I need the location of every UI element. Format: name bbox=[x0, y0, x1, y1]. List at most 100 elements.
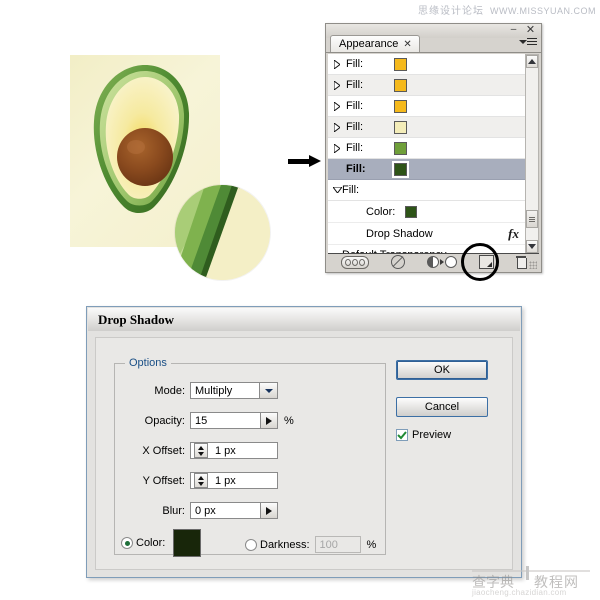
dialog-body: Options Mode: Multiply Opacity: 15 % X O… bbox=[88, 331, 520, 576]
y-offset-spinner[interactable] bbox=[194, 473, 208, 488]
opacity-input[interactable]: 15 bbox=[190, 412, 278, 429]
mode-dropdown-button[interactable] bbox=[259, 383, 277, 398]
drop-shadow-dialog[interactable]: Drop Shadow Options Mode: Multiply Opaci… bbox=[86, 306, 522, 578]
reduce-to-basic-appearance-icon[interactable] bbox=[427, 256, 457, 268]
x-offset-field-row: X Offset: 1 px bbox=[123, 442, 278, 459]
appearance-subrow-color[interactable]: Color: bbox=[328, 201, 525, 223]
panel-menu-icon[interactable] bbox=[519, 36, 537, 50]
chevron-down-icon bbox=[264, 388, 273, 393]
clear-appearance-icon[interactable] bbox=[391, 255, 405, 269]
color-radio[interactable] bbox=[121, 537, 133, 549]
panel-resize-grip[interactable] bbox=[529, 261, 537, 269]
panel-tab-underline bbox=[326, 52, 541, 53]
fill-swatch[interactable] bbox=[394, 99, 407, 113]
disclosure-triangle-icon[interactable] bbox=[328, 59, 346, 69]
scrollbar-thumb[interactable] bbox=[526, 210, 538, 228]
y-offset-label: Y Offset: bbox=[142, 474, 185, 487]
appearance-row-label: Fill: bbox=[346, 163, 366, 175]
blur-input[interactable]: 0 px bbox=[190, 502, 278, 519]
dialog-title: Drop Shadow bbox=[98, 311, 174, 327]
darkness-radio[interactable] bbox=[245, 538, 257, 551]
appearance-row-expanded[interactable]: Fill: bbox=[328, 180, 525, 201]
y-offset-value: 1 px bbox=[215, 474, 236, 487]
appearance-panel[interactable]: – ✕ Appearance ✕ Fill: Fill: Fill: Fill:… bbox=[325, 23, 542, 273]
appearance-row[interactable]: Fill: bbox=[328, 54, 525, 75]
fill-swatch[interactable] bbox=[394, 57, 407, 71]
watermark-bar bbox=[526, 566, 529, 580]
preview-row[interactable]: Preview bbox=[396, 429, 506, 441]
opacity-unit: % bbox=[284, 414, 294, 427]
appearance-subrow-drop-shadow[interactable]: Drop Shadow fx bbox=[328, 223, 525, 245]
disclosure-triangle-icon[interactable] bbox=[328, 143, 346, 153]
watermark-top-cn: 思缘设计论坛 bbox=[418, 6, 484, 17]
preview-label: Preview bbox=[412, 429, 452, 441]
pointer-arrow-annotation bbox=[288, 155, 324, 167]
opacity-label: Opacity: bbox=[144, 414, 185, 427]
fill-swatch[interactable] bbox=[394, 141, 407, 155]
appearance-row-label: Fill: bbox=[342, 184, 360, 196]
dialog-buttons: OK Cancel Preview bbox=[396, 360, 506, 441]
watermark-top-en: WWW.MISSYUAN.COM bbox=[490, 6, 596, 16]
blur-stepper-button[interactable] bbox=[260, 503, 277, 518]
blur-value: 0 px bbox=[195, 504, 216, 517]
tab-close-icon[interactable]: ✕ bbox=[403, 36, 411, 53]
appearance-list[interactable]: Fill: Fill: Fill: Fill: Fill: Fill: Fill… bbox=[328, 54, 525, 254]
appearance-row[interactable]: Fill: bbox=[328, 75, 525, 96]
subrow-label: Drop Shadow bbox=[366, 227, 433, 240]
fill-swatch[interactable] bbox=[394, 120, 407, 134]
preview-checkbox[interactable] bbox=[396, 429, 408, 441]
y-offset-field-row: Y Offset: 1 px bbox=[123, 472, 278, 489]
new-art-maintains-appearance-icon[interactable] bbox=[341, 255, 369, 269]
panel-menu-lines-icon bbox=[527, 38, 537, 47]
panel-tab-row: Appearance ✕ bbox=[326, 35, 541, 53]
options-group: Options Mode: Multiply Opacity: 15 % X O… bbox=[114, 357, 386, 557]
x-offset-spinner[interactable] bbox=[194, 443, 208, 458]
chevron-right-icon bbox=[266, 506, 272, 515]
appearance-row[interactable]: Fill: bbox=[328, 117, 525, 138]
cancel-button-label: Cancel bbox=[424, 401, 460, 413]
fx-icon[interactable]: fx bbox=[508, 226, 519, 242]
dialog-inner-frame: Options Mode: Multiply Opacity: 15 % X O… bbox=[95, 337, 513, 570]
appearance-row[interactable]: Fill: bbox=[328, 138, 525, 159]
color-label: Color: bbox=[136, 537, 166, 549]
opacity-stepper-button[interactable] bbox=[260, 413, 277, 428]
disclosure-triangle-icon[interactable] bbox=[328, 122, 346, 132]
options-group-title: Options bbox=[125, 357, 171, 369]
opacity-value: 15 bbox=[195, 414, 208, 427]
x-offset-label: X Offset: bbox=[142, 444, 185, 457]
ok-button[interactable]: OK bbox=[396, 360, 488, 380]
subrow-label: Color: bbox=[366, 205, 396, 218]
appearance-row-label: Fill: bbox=[346, 100, 364, 112]
delete-selected-item-icon[interactable] bbox=[516, 256, 527, 269]
cancel-button[interactable]: Cancel bbox=[396, 397, 488, 417]
scroll-down-button[interactable] bbox=[526, 240, 538, 253]
panel-scrollbar[interactable] bbox=[525, 54, 539, 254]
fill-swatch[interactable] bbox=[394, 78, 407, 92]
watermark-bottom: 查字典 教程网 jiaocheng.chazidian.com bbox=[472, 566, 596, 598]
shadow-color-swatch[interactable] bbox=[173, 529, 202, 557]
opacity-field-row: Opacity: 15 % bbox=[123, 412, 294, 429]
darkness-value: 100 bbox=[319, 538, 338, 551]
color-swatch[interactable] bbox=[405, 205, 418, 218]
blur-field-row: Blur: 0 px bbox=[123, 502, 278, 519]
disclosure-triangle-icon[interactable] bbox=[328, 80, 346, 90]
scroll-up-button[interactable] bbox=[526, 55, 538, 68]
appearance-row[interactable]: Fill: bbox=[328, 96, 525, 117]
ok-button-label: OK bbox=[434, 364, 450, 376]
panel-menu-triangle-icon bbox=[519, 40, 527, 44]
watermark-top: 思缘设计论坛 WWW.MISSYUAN.COM bbox=[418, 2, 596, 17]
darkness-input[interactable]: 100 bbox=[314, 536, 361, 553]
chevron-down-icon bbox=[528, 244, 536, 249]
x-offset-value: 1 px bbox=[215, 444, 236, 457]
chevron-right-icon bbox=[266, 416, 272, 425]
y-offset-input[interactable]: 1 px bbox=[190, 472, 278, 489]
dialog-titlebar[interactable]: Drop Shadow bbox=[88, 308, 520, 332]
mode-select[interactable]: Multiply bbox=[190, 382, 278, 399]
fill-swatch[interactable] bbox=[392, 160, 409, 178]
mode-field-row: Mode: Multiply bbox=[123, 382, 278, 399]
disclosure-triangle-icon[interactable] bbox=[328, 101, 346, 111]
appearance-row-selected[interactable]: Fill: bbox=[328, 159, 525, 180]
appearance-row-label: Fill: bbox=[346, 142, 364, 154]
tab-appearance[interactable]: Appearance ✕ bbox=[330, 35, 420, 53]
x-offset-input[interactable]: 1 px bbox=[190, 442, 278, 459]
